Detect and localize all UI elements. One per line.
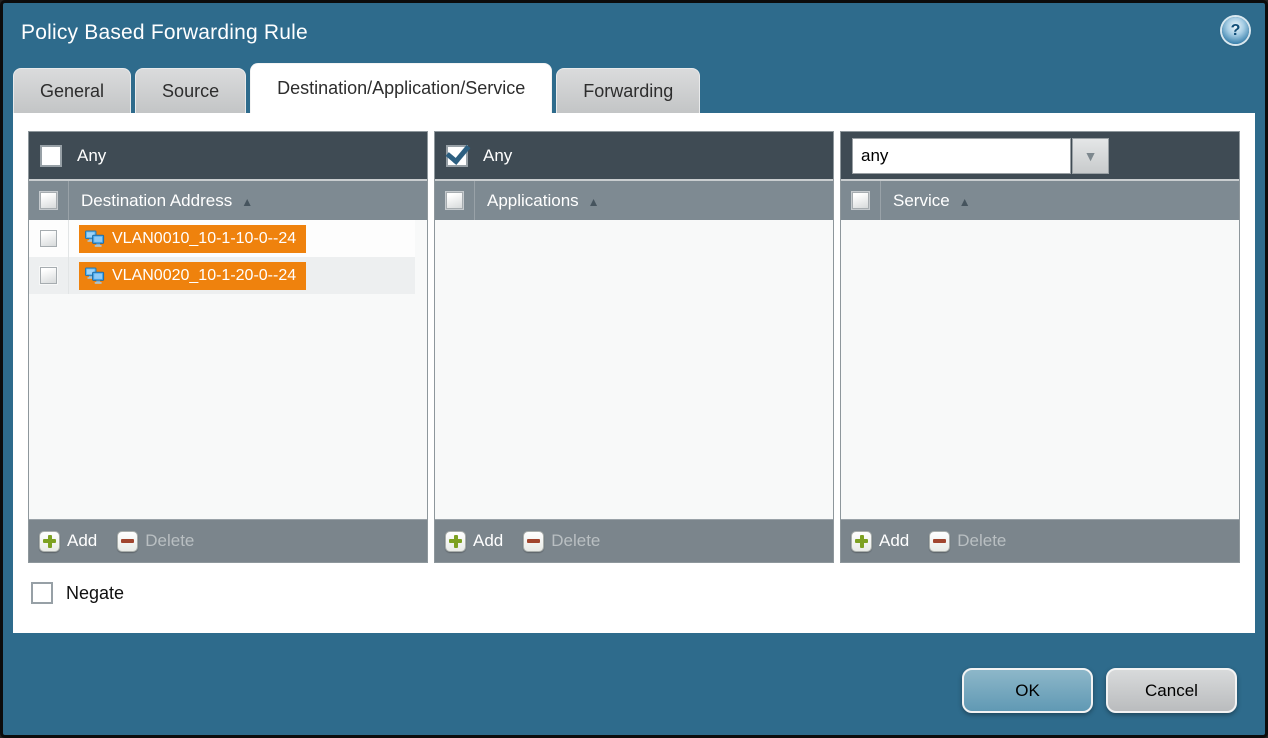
select-all-checkbox[interactable]: [852, 192, 869, 209]
column-header-label: Applications: [475, 191, 579, 211]
applications-any-bar: Any: [435, 132, 833, 179]
address-object-label: VLAN0020_10-1-20-0--24: [112, 267, 296, 285]
destination-address-list: VLAN0010_10-1-10-0--24 VLAN0020_10-1-20-…: [29, 220, 427, 519]
row-checkbox-cell: [29, 257, 69, 294]
sort-ascending-icon[interactable]: ▲: [241, 193, 253, 209]
delete-minus-icon: [523, 531, 544, 552]
service-dropdown-input[interactable]: [852, 138, 1071, 174]
service-dropdown-button[interactable]: ▼: [1072, 138, 1109, 174]
destination-any-checkbox[interactable]: [40, 145, 62, 167]
cancel-button[interactable]: Cancel: [1106, 668, 1237, 713]
address-object-chip[interactable]: VLAN0010_10-1-10-0--24: [79, 225, 306, 253]
applications-any-label: Any: [483, 146, 512, 166]
negate-label: Negate: [66, 583, 124, 604]
header-checkbox-cell: [29, 181, 69, 220]
add-button[interactable]: Add: [851, 531, 909, 552]
delete-button[interactable]: Delete: [929, 531, 1006, 552]
delete-minus-icon: [929, 531, 950, 552]
add-button[interactable]: Add: [445, 531, 503, 552]
sort-ascending-icon[interactable]: ▲: [959, 193, 971, 209]
sort-ascending-icon[interactable]: ▲: [588, 193, 600, 209]
destination-address-column: Any Destination Address ▲: [28, 131, 428, 563]
destination-any-bar: Any: [29, 132, 427, 179]
column-header-label: Destination Address: [69, 191, 232, 211]
header-checkbox-cell: [841, 181, 881, 220]
column-header-label: Service: [881, 191, 950, 211]
negate-checkbox[interactable]: [31, 582, 53, 604]
network-address-icon: [84, 267, 105, 285]
help-icon[interactable]: ?: [1222, 17, 1249, 44]
destination-footer-bar: Add Delete: [29, 519, 427, 562]
service-column: ▼ Service ▲ Add: [840, 131, 1240, 563]
tab-source[interactable]: Source: [135, 68, 246, 113]
add-plus-icon: [445, 531, 466, 552]
add-plus-icon: [851, 531, 872, 552]
service-dropdown-bar: ▼: [841, 132, 1239, 179]
delete-minus-icon: [117, 531, 138, 552]
network-address-icon: [84, 230, 105, 248]
service-combo: ▼: [852, 138, 1109, 174]
selector-columns: Any Destination Address ▲: [13, 113, 1255, 563]
select-all-checkbox[interactable]: [40, 192, 57, 209]
applications-column: Any Applications ▲ Add: [434, 131, 834, 563]
add-plus-icon: [39, 531, 60, 552]
dialog-titlebar: Policy Based Forwarding Rule: [3, 3, 1265, 63]
tab-forwarding[interactable]: Forwarding: [556, 68, 700, 113]
add-button[interactable]: Add: [39, 531, 97, 552]
service-list: [841, 220, 1239, 519]
dialog-actions: OK Cancel: [962, 668, 1237, 713]
dialog-title: Policy Based Forwarding Rule: [21, 21, 308, 45]
applications-any-checkbox[interactable]: [446, 145, 468, 167]
ok-button[interactable]: OK: [962, 668, 1093, 713]
applications-list: [435, 220, 833, 519]
tab-general[interactable]: General: [13, 68, 131, 113]
service-header[interactable]: Service ▲: [841, 179, 1239, 220]
delete-button[interactable]: Delete: [523, 531, 600, 552]
service-footer-bar: Add Delete: [841, 519, 1239, 562]
chevron-down-icon: ▼: [1084, 148, 1098, 164]
negate-row: Negate: [31, 582, 1255, 604]
table-row[interactable]: VLAN0020_10-1-20-0--24: [29, 257, 415, 294]
select-all-checkbox[interactable]: [446, 192, 463, 209]
header-checkbox-cell: [435, 181, 475, 220]
delete-button[interactable]: Delete: [117, 531, 194, 552]
applications-header[interactable]: Applications ▲: [435, 179, 833, 220]
tab-content-panel: Any Destination Address ▲: [13, 113, 1255, 633]
row-checkbox-cell: [29, 220, 69, 257]
tab-destination-application-service[interactable]: Destination/Application/Service: [250, 63, 552, 113]
row-checkbox[interactable]: [40, 230, 57, 247]
address-object-chip[interactable]: VLAN0020_10-1-20-0--24: [79, 262, 306, 290]
row-checkbox[interactable]: [40, 267, 57, 284]
destination-address-header[interactable]: Destination Address ▲: [29, 179, 427, 220]
applications-footer-bar: Add Delete: [435, 519, 833, 562]
address-object-label: VLAN0010_10-1-10-0--24: [112, 230, 296, 248]
policy-based-forwarding-dialog: Policy Based Forwarding Rule ? General S…: [0, 0, 1268, 738]
tab-bar: General Source Destination/Application/S…: [3, 63, 1265, 113]
destination-any-label: Any: [77, 146, 106, 166]
table-row[interactable]: VLAN0010_10-1-10-0--24: [29, 220, 415, 257]
